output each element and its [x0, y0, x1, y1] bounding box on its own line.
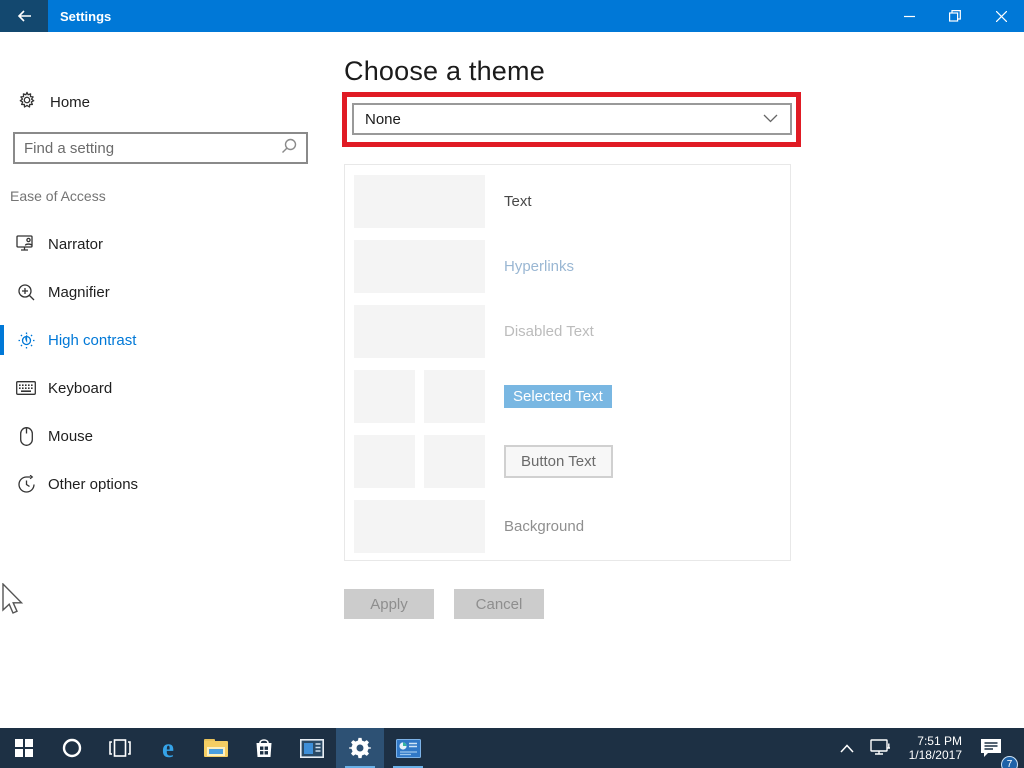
sidebar-item-high-contrast[interactable]: High contrast	[0, 316, 330, 364]
cortana-search-button[interactable]	[48, 728, 96, 768]
keyboard-icon	[16, 381, 36, 395]
action-center-button[interactable]: 7	[972, 728, 1010, 768]
edge-icon: e	[162, 735, 174, 762]
main-content: Choose a theme None Text Hyperlinks Disa…	[330, 32, 1024, 728]
task-view-button[interactable]	[96, 728, 144, 768]
preview-row-hyperlinks: Hyperlinks	[354, 240, 784, 293]
network-icon	[870, 739, 891, 757]
restore-icon	[949, 10, 961, 22]
other-options-icon	[16, 475, 36, 494]
start-button[interactable]	[0, 728, 48, 768]
system-tray: 7:51 PM 1/18/2017 7	[832, 728, 1024, 768]
apply-button[interactable]: Apply	[344, 589, 434, 619]
back-arrow-icon	[17, 10, 32, 22]
mouse-icon	[16, 427, 36, 446]
titlebar: Settings	[0, 0, 1024, 32]
sidebar-item-label: Mouse	[48, 428, 93, 445]
document-app-icon	[396, 739, 421, 758]
network-button[interactable]	[862, 728, 899, 768]
search-input[interactable]	[15, 140, 281, 157]
preview-row-background: Background	[354, 500, 784, 553]
sidebar-item-label: Other options	[48, 476, 138, 493]
chevron-down-icon	[763, 110, 778, 128]
theme-dropdown-value: None	[365, 111, 763, 128]
color-swatch	[354, 305, 485, 358]
preview-label-selected-text: Selected Text	[504, 385, 612, 408]
settings-gear-icon	[349, 737, 371, 759]
color-swatch	[354, 500, 485, 553]
cancel-button[interactable]: Cancel	[454, 589, 544, 619]
magnifier-icon	[16, 283, 36, 302]
preview-row-disabled-text: Disabled Text	[354, 305, 784, 358]
sidebar-item-home[interactable]: Home	[0, 87, 330, 117]
sidebar-item-magnifier[interactable]: Magnifier	[0, 268, 330, 316]
clock[interactable]: 7:51 PM 1/18/2017	[899, 734, 972, 762]
display-app-button[interactable]	[288, 728, 336, 768]
preview-label-hyperlinks: Hyperlinks	[504, 258, 574, 275]
file-explorer-button[interactable]	[192, 728, 240, 768]
color-swatch	[354, 175, 485, 228]
start-icon	[15, 739, 33, 757]
section-label-ease-of-access: Ease of Access	[10, 188, 106, 204]
narrator-icon	[16, 235, 36, 253]
color-swatch	[354, 435, 415, 488]
preview-row-button-text: Button Text	[354, 435, 784, 488]
sidebar-item-label: Magnifier	[48, 284, 110, 301]
chevron-up-icon	[840, 744, 854, 753]
preview-label-background: Background	[504, 518, 584, 535]
tray-expand-button[interactable]	[832, 728, 862, 768]
sidebar-item-keyboard[interactable]: Keyboard	[0, 364, 330, 412]
sidebar-item-mouse[interactable]: Mouse	[0, 412, 330, 460]
tray-date: 1/18/2017	[909, 748, 962, 762]
preview-label-disabled-text: Disabled Text	[504, 323, 594, 340]
preview-label-text: Text	[504, 193, 532, 210]
sidebar-nav: Narrator Magnifier High contrast Keyboar…	[0, 220, 330, 508]
high-contrast-icon	[16, 331, 36, 350]
close-button[interactable]	[978, 0, 1024, 32]
sidebar-item-label: Home	[50, 94, 90, 111]
tray-time: 7:51 PM	[909, 734, 962, 748]
action-center-icon	[980, 738, 1002, 758]
sidebar-item-label: Keyboard	[48, 380, 112, 397]
file-explorer-icon	[204, 739, 228, 757]
window-title: Settings	[60, 9, 111, 24]
store-button[interactable]	[240, 728, 288, 768]
search-box[interactable]	[13, 132, 308, 164]
home-gear-icon	[18, 91, 36, 114]
notification-badge: 7	[1001, 756, 1018, 768]
sidebar-item-other-options[interactable]: Other options	[0, 460, 330, 508]
sidebar: Home Ease of Access Narrator Magnifier H…	[0, 32, 330, 728]
store-icon	[253, 737, 275, 759]
preview-label-button-text: Button Text	[504, 445, 613, 478]
sidebar-item-label: High contrast	[48, 332, 136, 349]
close-icon	[996, 11, 1007, 22]
document-app-button[interactable]	[384, 728, 432, 768]
sidebar-item-label: Narrator	[48, 236, 103, 253]
preview-row-selected-text: Selected Text	[354, 370, 784, 423]
preview-row-text: Text	[354, 175, 784, 228]
minimize-icon	[904, 11, 915, 22]
edge-button[interactable]: e	[144, 728, 192, 768]
color-swatch	[424, 435, 485, 488]
task-view-icon	[109, 739, 131, 757]
settings-app-button[interactable]	[336, 728, 384, 768]
display-app-icon	[300, 739, 324, 758]
theme-preview-panel: Text Hyperlinks Disabled Text Selected T…	[344, 164, 791, 561]
search-icon[interactable]	[281, 138, 297, 159]
theme-dropdown[interactable]: None	[352, 103, 792, 135]
cortana-search-icon	[62, 738, 82, 758]
color-swatch	[354, 240, 485, 293]
selected-indicator	[0, 325, 4, 355]
back-button[interactable]	[0, 0, 48, 32]
page-title: Choose a theme	[344, 56, 545, 87]
restore-button[interactable]	[932, 0, 978, 32]
color-swatch	[424, 370, 485, 423]
color-swatch	[354, 370, 415, 423]
minimize-button[interactable]	[886, 0, 932, 32]
sidebar-item-narrator[interactable]: Narrator	[0, 220, 330, 268]
taskbar: e 7:51 PM 1/18/2017 7	[0, 728, 1024, 768]
